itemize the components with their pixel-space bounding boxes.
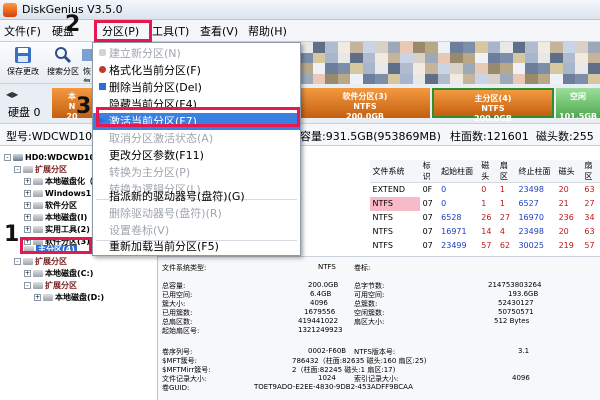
table-cell: NTFS: [369, 196, 420, 211]
table-cell: 0: [441, 185, 447, 195]
col-start-cyl[interactable]: 起始柱面: [438, 160, 479, 183]
table-cell: 57: [481, 241, 492, 250]
tree-item[interactable]: - 扩展分区: [14, 256, 67, 267]
table-cell: 20: [558, 185, 569, 195]
search-icon: [55, 47, 72, 64]
pixelated-toolbar-region: [300, 42, 600, 84]
menu-file[interactable]: 文件(F): [4, 23, 41, 39]
menu-tools[interactable]: 工具(T): [152, 23, 189, 39]
table-cell: 07: [422, 241, 433, 250]
menu-item-assign-letter[interactable]: 指派新的驱动器号(盘符)(G): [93, 188, 300, 205]
table-cell: 219: [558, 241, 574, 250]
segment-free-space[interactable]: 空闲 101.5GB: [556, 88, 600, 121]
disk-cylinders: 柱面数:121601: [450, 130, 529, 143]
table-cell: NTFS: [372, 241, 393, 250]
menu-item-set-label[interactable]: 设置卷标(V): [93, 222, 300, 239]
col-start-head[interactable]: 磁头: [478, 160, 497, 183]
table-cell: 30025: [518, 241, 544, 250]
partition-details: 文件系统类型: NTFS 卷标: 总容量: 200.0GB 总字节数: 2147…: [158, 256, 600, 400]
save-button[interactable]: 保存更改: [2, 44, 44, 82]
delete-icon: [99, 83, 106, 90]
table-cell: 16971: [441, 227, 467, 236]
table-cell: 63: [584, 185, 595, 195]
menu-item-remove-letter[interactable]: 删除驱动器号(盘符)(R): [93, 205, 300, 222]
step-1-label: 1: [4, 222, 20, 247]
segment-main-partition[interactable]: 主分区(4) NTFS 200.0GB: [432, 88, 554, 123]
menu-item-reload-partition[interactable]: 重新加载当前分区(F5): [93, 238, 300, 255]
col-end-cyl[interactable]: 终止柱面: [515, 160, 556, 183]
table-cell: 4: [499, 227, 505, 236]
disk-model: 型号:WDCWD10SP: [6, 130, 106, 143]
table-cell: 57: [584, 241, 595, 250]
table-cell: 23498: [518, 227, 544, 236]
disk-heads: 磁头数:255: [536, 130, 594, 143]
highlight-partition-menu: [94, 20, 152, 42]
tree-item[interactable]: - 扩展分区: [24, 280, 77, 291]
col-filesystem[interactable]: 文件系统: [369, 160, 420, 183]
partition-menu-dropdown: 建立新分区(N) 格式化当前分区(F) 删除当前分区(Del) 隐藏当前分区(F…: [92, 42, 301, 256]
table-cell: NTFS: [372, 227, 393, 236]
table-cell: 6527: [518, 199, 539, 208]
tree-item[interactable]: - 扩展分区: [14, 164, 67, 175]
col-end-head[interactable]: 磁头: [555, 160, 582, 183]
table-cell: 0F: [422, 185, 433, 195]
table-cell: 34: [584, 213, 595, 222]
table-cell: 0: [441, 199, 447, 208]
menu-item-create-partition[interactable]: 建立新分区(N): [93, 45, 300, 62]
menu-item-to-primary[interactable]: 转换为主分区(P): [93, 164, 300, 181]
table-cell: 21: [558, 199, 569, 208]
table-cell: 23498: [518, 185, 544, 195]
title-bar: DiskGenius V3.5.0: [0, 0, 600, 20]
save-icon: [15, 47, 31, 63]
table-cell: 26: [481, 213, 492, 222]
table-cell: 07: [422, 213, 433, 222]
table-cell: 6528: [441, 213, 462, 222]
disk-capacity: 容量:931.5GB(953869MB): [300, 130, 441, 143]
tree-item[interactable]: + 实用工具(2): [24, 224, 90, 235]
tree-item[interactable]: + 本地磁盘(C:): [24, 268, 93, 279]
highlight-selected-partition: [20, 237, 92, 254]
table-cell: 1: [499, 199, 505, 208]
table-cell: 27: [584, 199, 595, 208]
step-3-label: 3: [76, 94, 92, 119]
tree-item[interactable]: + 软件分区: [24, 200, 77, 211]
table-cell: NTFS: [372, 213, 393, 222]
table-cell: 1: [481, 199, 487, 208]
disk-label: 硬盘 0: [8, 106, 41, 119]
segment-software-partition[interactable]: 软件分区(3) NTFS 200.0GB: [300, 88, 430, 121]
tree-item[interactable]: + Windows1: [24, 188, 91, 199]
highlight-activate-item: [96, 107, 300, 127]
table-cell: 63: [584, 227, 595, 236]
tree-item[interactable]: + 本地磁盘(I): [24, 212, 87, 223]
table-cell: 07: [422, 227, 433, 236]
format-icon: [99, 66, 106, 73]
create-partition-icon: [99, 49, 106, 56]
tree-item[interactable]: + 本地磁盘(D:): [34, 292, 104, 303]
table-cell: 236: [558, 213, 574, 222]
menu-item-change-params[interactable]: 更改分区参数(F11): [93, 147, 300, 164]
app-icon: [3, 3, 17, 17]
search-partition-button[interactable]: 搜索分区: [42, 44, 84, 82]
menu-item-format-partition[interactable]: 格式化当前分区(F): [93, 62, 300, 79]
tree-item[interactable]: + 本地磁盘化（: [24, 176, 93, 187]
table-cell: 20: [558, 227, 569, 236]
table-cell: 23499: [441, 241, 467, 250]
col-start-sector[interactable]: 扇区: [496, 160, 516, 183]
table-cell: 0: [481, 185, 487, 195]
table-cell: 14: [481, 227, 492, 236]
table-cell: 62: [499, 241, 511, 250]
col-id[interactable]: 标识: [419, 160, 439, 183]
menu-item-delete-partition[interactable]: 删除当前分区(Del): [93, 79, 300, 96]
menu-item-cancel-active[interactable]: 取消分区激活状态(A): [93, 130, 300, 147]
table-cell: 07: [422, 199, 433, 208]
menu-bar: 文件(F) 硬盘 分区(P) 工具(T) 查看(V) 帮助(H): [0, 20, 600, 42]
table-cell: 1: [499, 185, 505, 195]
menu-view[interactable]: 查看(V): [200, 23, 238, 39]
table-cell: EXTEND: [372, 185, 406, 195]
table-cell: 16970: [518, 213, 544, 222]
table-cell: 27: [499, 213, 511, 222]
step-2-label: 2: [65, 12, 81, 37]
menu-help[interactable]: 帮助(H): [248, 23, 287, 39]
col-end-sector[interactable]: 扇区: [581, 160, 600, 183]
